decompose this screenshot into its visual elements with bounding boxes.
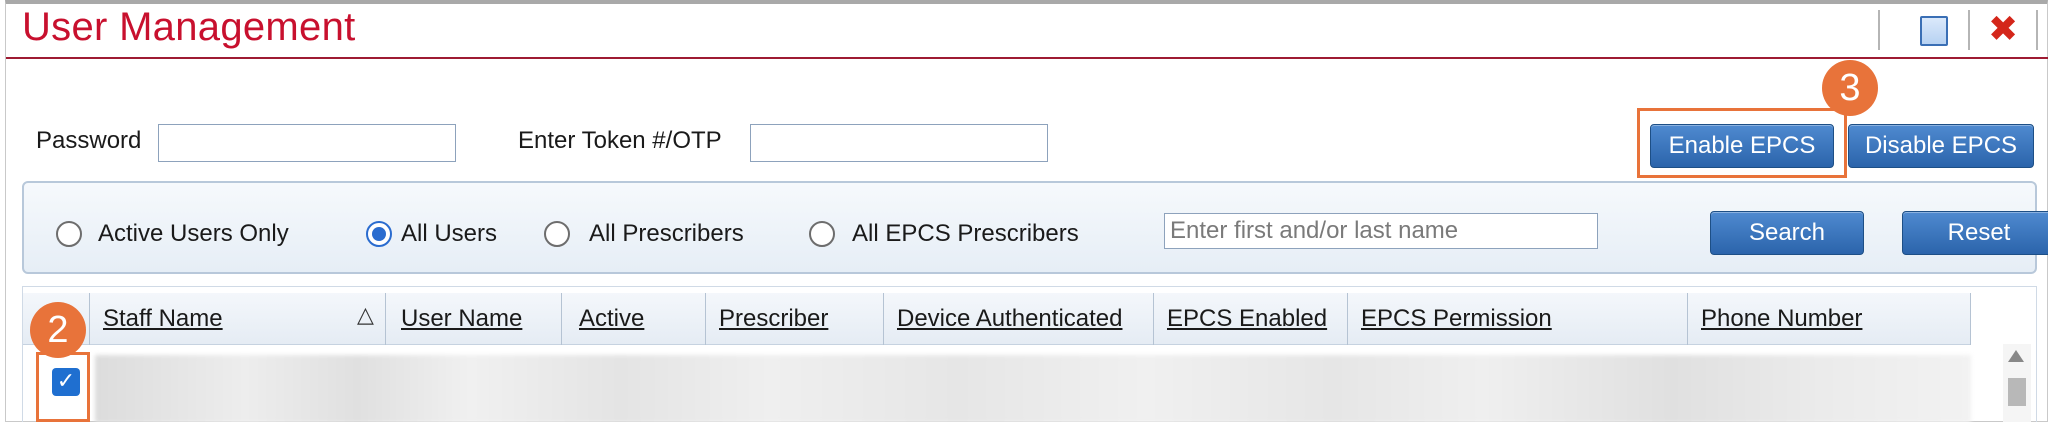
row-select-checkbox[interactable]: ✓ xyxy=(52,368,80,396)
column-header-epcs-permission[interactable]: EPCS Permission xyxy=(1361,305,1552,333)
page-title: User Management xyxy=(22,5,356,49)
disable-epcs-button[interactable]: Disable EPCS xyxy=(1848,124,2034,168)
column-separator xyxy=(1153,293,1154,345)
reset-button[interactable]: Reset xyxy=(1902,211,2048,255)
password-input[interactable] xyxy=(158,124,456,162)
column-separator xyxy=(1347,293,1348,345)
radio-label-all-prescribers: All Prescribers xyxy=(589,220,744,247)
column-separator xyxy=(705,293,706,345)
column-separator xyxy=(89,293,90,345)
radio-all-users[interactable] xyxy=(366,221,392,247)
column-header-epcs-enabled[interactable]: EPCS Enabled xyxy=(1167,305,1327,333)
table-row[interactable] xyxy=(95,355,1971,422)
callout-badge-3: 3 xyxy=(1822,60,1878,116)
toolbar-divider xyxy=(1878,10,1880,50)
token-label: Enter Token #/OTP xyxy=(518,127,722,154)
radio-label-active-users-only: Active Users Only xyxy=(98,220,289,247)
token-input[interactable] xyxy=(750,124,1048,162)
close-icon[interactable]: ✖ xyxy=(1988,10,2018,50)
scroll-up-arrow-icon[interactable] xyxy=(2008,350,2024,362)
name-search-input[interactable]: Enter first and/or last name xyxy=(1164,213,1598,249)
column-separator xyxy=(561,293,562,345)
column-separator xyxy=(1970,293,1971,345)
enable-epcs-button[interactable]: Enable EPCS xyxy=(1650,124,1834,168)
title-divider xyxy=(6,57,2048,59)
column-header-phone-number[interactable]: Phone Number xyxy=(1701,305,1862,333)
toolbar-divider xyxy=(1968,10,1970,50)
radio-all-epcs-prescribers[interactable] xyxy=(809,221,835,247)
title-toolbar: ✖ xyxy=(1878,8,2048,52)
users-table: Staff Name △ User Name Active Prescriber… xyxy=(22,286,2037,422)
document-icon[interactable] xyxy=(1920,16,1948,46)
column-separator xyxy=(1687,293,1688,345)
column-separator xyxy=(883,293,884,345)
radio-label-all-epcs-prescribers: All EPCS Prescribers xyxy=(852,220,1079,247)
callout-badge-2: 2 xyxy=(30,302,86,358)
column-header-device-authenticated[interactable]: Device Authenticated xyxy=(897,305,1122,333)
radio-all-prescribers[interactable] xyxy=(544,221,570,247)
column-header-active[interactable]: Active xyxy=(579,305,644,333)
column-header-user-name[interactable]: User Name xyxy=(401,305,522,333)
toolbar-divider xyxy=(2036,10,2038,50)
table-header: Staff Name △ User Name Active Prescriber… xyxy=(23,293,1971,345)
sort-ascending-icon[interactable]: △ xyxy=(357,303,374,328)
column-separator xyxy=(385,293,386,345)
scrollbar-thumb[interactable] xyxy=(2008,378,2026,406)
radio-label-all-users: All Users xyxy=(401,220,498,247)
radio-active-users-only[interactable] xyxy=(56,221,82,247)
search-button[interactable]: Search xyxy=(1710,211,1864,255)
password-label: Password xyxy=(36,127,142,154)
column-header-prescriber[interactable]: Prescriber xyxy=(719,305,828,333)
column-header-staff-name[interactable]: Staff Name xyxy=(103,305,223,333)
